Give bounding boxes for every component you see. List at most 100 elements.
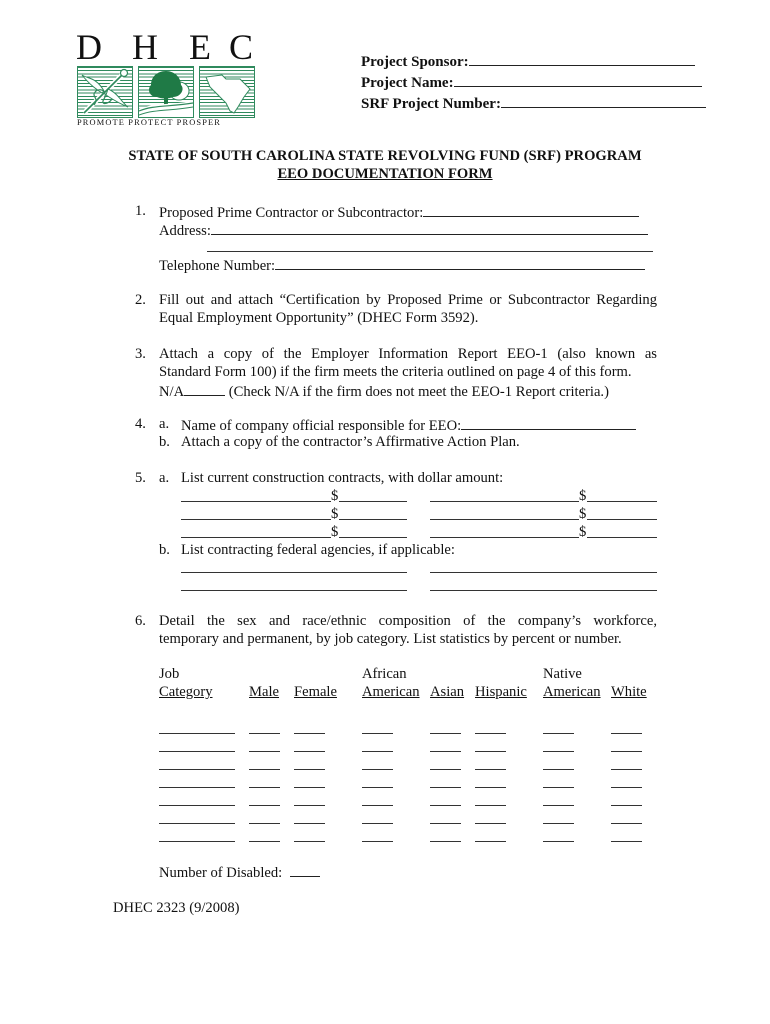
hispanic-input[interactable] — [475, 823, 506, 824]
srf-project-number-input[interactable] — [500, 93, 706, 108]
col-header-white: White — [611, 684, 647, 700]
contract-name-input[interactable] — [430, 501, 579, 502]
eeo-official-input[interactable] — [461, 415, 637, 430]
logo-tagline: PROMOTE PROTECT PROSPER — [77, 118, 222, 127]
hispanic-input[interactable] — [475, 805, 506, 806]
female-input[interactable] — [294, 787, 325, 788]
hispanic-input[interactable] — [475, 751, 506, 752]
african-american-input[interactable] — [362, 823, 393, 824]
asian-input[interactable] — [430, 787, 461, 788]
native-american-input[interactable] — [543, 751, 574, 752]
federal-agency-input[interactable] — [181, 572, 407, 573]
job-category-input[interactable] — [159, 751, 235, 752]
asian-input[interactable] — [430, 751, 461, 752]
female-input[interactable] — [294, 841, 325, 842]
hispanic-input[interactable] — [475, 787, 506, 788]
african-american-input[interactable] — [362, 787, 393, 788]
asian-input[interactable] — [430, 841, 461, 842]
telephone-field[interactable]: Telephone Number: — [159, 255, 646, 275]
white-input[interactable] — [611, 805, 642, 806]
hispanic-input[interactable] — [475, 841, 506, 842]
native-american-input[interactable] — [543, 841, 574, 842]
male-input[interactable] — [249, 805, 280, 806]
native-american-input[interactable] — [543, 805, 574, 806]
contract-name-input[interactable] — [430, 537, 579, 538]
srf-project-number-field[interactable]: SRF Project Number: — [361, 93, 706, 114]
federal-agency-input[interactable] — [430, 590, 657, 591]
item-3-line-1: Attach a copy of the Employer Informatio… — [159, 346, 657, 362]
telephone-input[interactable] — [275, 255, 646, 270]
male-input[interactable] — [249, 733, 280, 734]
address-field[interactable]: Address: — [159, 220, 648, 240]
federal-agency-input[interactable] — [181, 590, 407, 591]
african-american-input[interactable] — [362, 751, 393, 752]
federal-agency-input[interactable] — [430, 572, 657, 573]
male-input[interactable] — [249, 823, 280, 824]
native-american-input[interactable] — [543, 823, 574, 824]
hispanic-input[interactable] — [475, 769, 506, 770]
contract-name-input[interactable] — [181, 519, 331, 520]
eeo-official-label: Name of company official responsible for… — [181, 418, 462, 434]
female-input[interactable] — [294, 805, 325, 806]
project-name-field[interactable]: Project Name: — [361, 72, 706, 93]
asian-input[interactable] — [430, 805, 461, 806]
contractor-input[interactable] — [423, 202, 640, 217]
white-input[interactable] — [611, 751, 642, 752]
south-carolina-map-icon — [199, 66, 255, 118]
african-american-input[interactable] — [362, 805, 393, 806]
male-input[interactable] — [249, 769, 280, 770]
contract-name-input[interactable] — [181, 537, 331, 538]
contract-amount-input[interactable] — [339, 537, 407, 538]
male-input[interactable] — [249, 787, 280, 788]
col-header-asian: Asian — [430, 684, 465, 700]
hispanic-input[interactable] — [475, 733, 506, 734]
contract-amount-input[interactable] — [339, 519, 407, 520]
item-2-number: 2. — [135, 292, 146, 308]
contract-amount-input[interactable] — [587, 501, 657, 502]
male-input[interactable] — [249, 751, 280, 752]
white-input[interactable] — [611, 769, 642, 770]
job-category-input[interactable] — [159, 823, 235, 824]
white-input[interactable] — [611, 841, 642, 842]
white-input[interactable] — [611, 823, 642, 824]
col-header-native-american: American — [543, 684, 601, 700]
male-input[interactable] — [249, 841, 280, 842]
native-american-input[interactable] — [543, 787, 574, 788]
contract-name-input[interactable] — [430, 519, 579, 520]
job-category-input[interactable] — [159, 787, 235, 788]
disabled-count-input[interactable] — [289, 862, 320, 877]
asian-input[interactable] — [430, 769, 461, 770]
contract-name-input[interactable] — [181, 501, 331, 502]
white-input[interactable] — [611, 787, 642, 788]
asian-input[interactable] — [430, 733, 461, 734]
white-input[interactable] — [611, 733, 642, 734]
native-american-input[interactable] — [543, 769, 574, 770]
disabled-count-field[interactable]: Number of Disabled: — [159, 862, 320, 882]
african-american-input[interactable] — [362, 841, 393, 842]
contract-amount-input[interactable] — [339, 501, 407, 502]
na-check-input[interactable] — [184, 381, 226, 396]
female-input[interactable] — [294, 769, 325, 770]
african-american-input[interactable] — [362, 769, 393, 770]
job-category-input[interactable] — [159, 841, 235, 842]
contract-amount-input[interactable] — [587, 537, 657, 538]
contractor-field[interactable]: Proposed Prime Contractor or Subcontract… — [159, 202, 640, 222]
asian-input[interactable] — [430, 823, 461, 824]
project-sponsor-input[interactable] — [468, 51, 695, 66]
eeo-official-field[interactable]: Name of company official responsible for… — [181, 415, 637, 435]
na-check-field[interactable]: N/A (Check N/A if the firm does not meet… — [159, 381, 609, 401]
address-input-line-1[interactable] — [210, 220, 648, 235]
african-american-input[interactable] — [362, 733, 393, 734]
female-input[interactable] — [294, 733, 325, 734]
project-sponsor-field[interactable]: Project Sponsor: — [361, 51, 706, 72]
address-input-line-2[interactable] — [207, 251, 653, 252]
female-input[interactable] — [294, 751, 325, 752]
job-category-input[interactable] — [159, 805, 235, 806]
project-name-input[interactable] — [453, 72, 702, 87]
na-label: N/A — [159, 384, 185, 400]
job-category-input[interactable] — [159, 733, 235, 734]
contract-amount-input[interactable] — [587, 519, 657, 520]
native-american-input[interactable] — [543, 733, 574, 734]
female-input[interactable] — [294, 823, 325, 824]
job-category-input[interactable] — [159, 769, 235, 770]
